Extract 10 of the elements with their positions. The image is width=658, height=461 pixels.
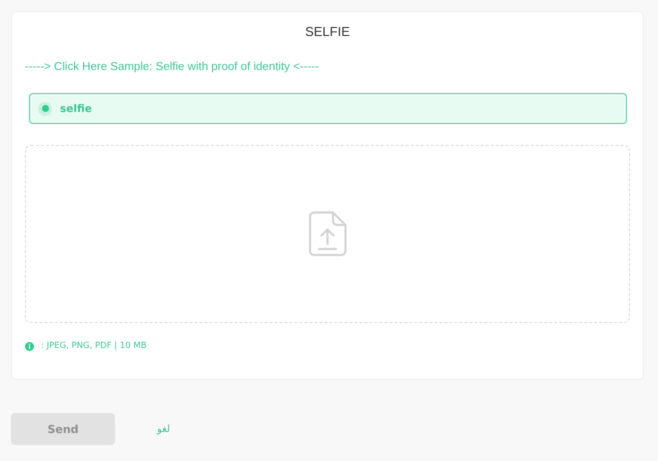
section-title: SELFIE — [304, 24, 351, 39]
radio-icon — [38, 102, 52, 116]
option-label: selfie — [60, 102, 92, 114]
cancel-link[interactable]: لغو — [157, 424, 170, 434]
file-upload-icon — [308, 211, 346, 257]
radio-option[interactable]: selfie — [29, 93, 627, 124]
info-icon — [25, 342, 34, 350]
sample-link[interactable]: -----> Click Here Sample: Selfie with proof of identity <----- — [25, 61, 319, 73]
file-format-hint: : JPEG, PNG, PDF | 10 MB — [41, 341, 147, 351]
upload-dropzone[interactable] — [25, 145, 630, 323]
